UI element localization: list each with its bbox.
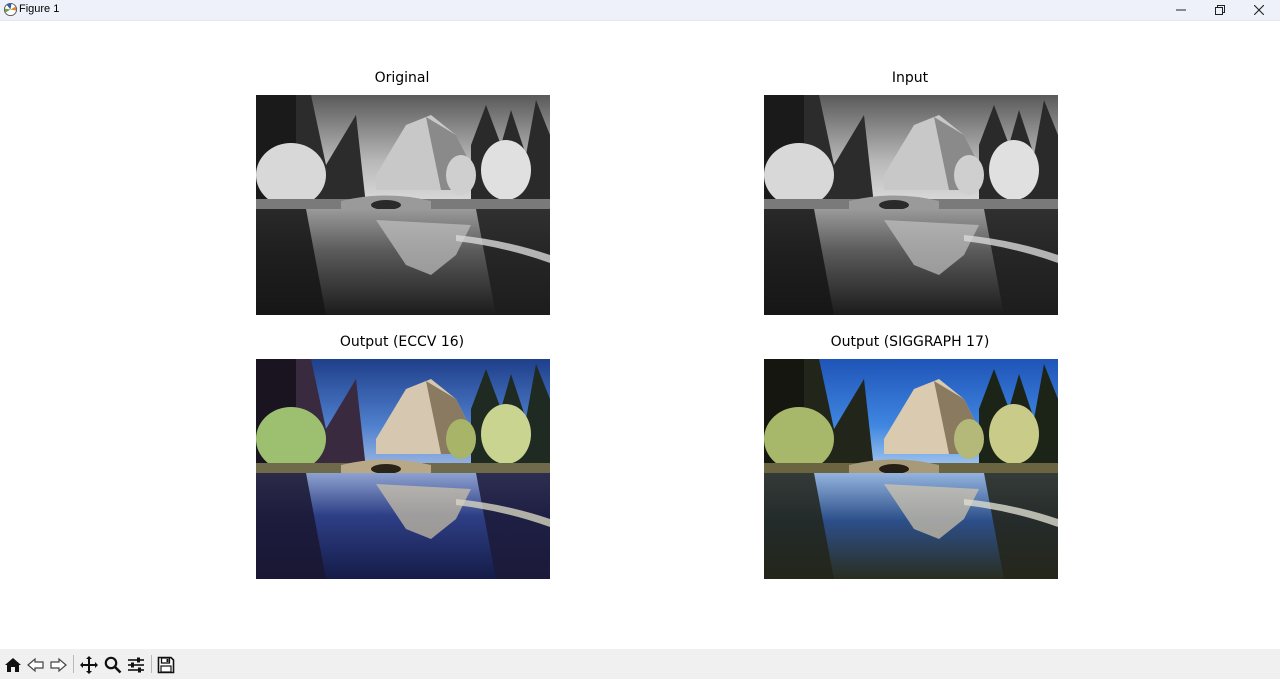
zoom-icon [104, 656, 122, 674]
pan-icon [80, 656, 98, 674]
image-original[interactable] [256, 95, 550, 315]
image-input[interactable] [764, 95, 1058, 315]
window-title: Figure 1 [19, 3, 60, 15]
pan-button[interactable] [78, 654, 100, 676]
minimize-icon [1176, 9, 1186, 11]
home-button[interactable] [2, 654, 24, 676]
axes-title-siggraph17: Output (SIGGRAPH 17) [830, 334, 990, 350]
back-button[interactable] [25, 654, 47, 676]
window-titlebar: Figure 1 [0, 0, 1280, 21]
close-button[interactable] [1239, 0, 1279, 20]
save-icon [157, 656, 175, 674]
close-icon [1254, 5, 1264, 15]
forward-icon [50, 657, 67, 673]
minimize-button[interactable] [1161, 0, 1201, 20]
save-button[interactable] [155, 654, 177, 676]
axes-title-input: Input [891, 70, 929, 86]
home-icon [5, 658, 21, 672]
image-output-eccv16[interactable] [256, 359, 550, 579]
matplotlib-app-icon [3, 2, 18, 17]
toolbar-separator [73, 655, 74, 673]
restore-button[interactable] [1200, 0, 1240, 20]
navigation-toolbar [0, 649, 1280, 679]
configure-subplots-icon [128, 657, 144, 673]
figure-canvas: Original Input Output (ECCV 16) Output (… [0, 21, 1280, 647]
restore-icon [1215, 5, 1225, 15]
toolbar-separator [151, 655, 152, 673]
forward-button[interactable] [47, 654, 69, 676]
configure-subplots-button[interactable] [125, 654, 147, 676]
image-output-siggraph17[interactable] [764, 359, 1058, 579]
axes-title-eccv16: Output (ECCV 16) [339, 334, 465, 350]
back-icon [27, 657, 44, 673]
zoom-button[interactable] [102, 654, 124, 676]
axes-title-original: Original [374, 70, 430, 86]
